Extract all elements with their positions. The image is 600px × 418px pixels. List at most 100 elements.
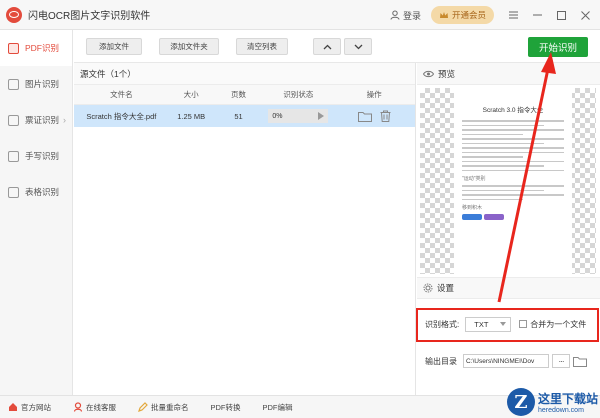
text-line	[462, 142, 544, 144]
image-icon	[8, 78, 19, 90]
headset-icon	[73, 402, 83, 412]
text-line	[462, 124, 544, 126]
close-icon	[580, 10, 590, 20]
title-bar: 闪电OCR图片文字识别软件 登录 开通会员	[0, 0, 600, 30]
folder-icon[interactable]	[357, 111, 372, 122]
footer-item-label: 在线客服	[86, 402, 116, 412]
sidebar-item-pdf[interactable]: PDF识别	[0, 30, 72, 66]
add-folder-button[interactable]: 添加文件夹	[159, 38, 219, 55]
clear-list-button[interactable]: 清空列表	[236, 38, 288, 55]
code-block-chip	[462, 214, 482, 220]
rename-icon	[138, 402, 148, 412]
text-line	[462, 138, 564, 140]
progress-text: 0%	[272, 112, 283, 120]
preview-panel: 预览 Scratch 3.0 指令大全 "运动"类别 移到积木 设置 识别格式:…	[417, 63, 600, 395]
watermark-logo: Z	[506, 388, 535, 416]
preview-page: Scratch 3.0 指令大全 "运动"类别 移到积木	[454, 88, 572, 274]
table-header: 文件名 大小 页数 识别状态 操作	[74, 85, 415, 105]
play-icon[interactable]	[318, 112, 325, 120]
id-card-icon	[8, 114, 19, 126]
title-bar-controls: 登录 开通会员	[390, 0, 600, 30]
footer-pdf-convert[interactable]: PDF转换	[211, 402, 241, 413]
menu-button[interactable]	[504, 6, 522, 24]
move-up-button[interactable]	[313, 38, 341, 55]
watermark-cn: 这里下载站	[537, 392, 598, 406]
footer-pdf-edit[interactable]: PDF编辑	[263, 402, 293, 413]
footer-official-site[interactable]: 官方网站	[8, 402, 51, 413]
vip-label: 开通会员	[451, 10, 486, 20]
footer-online-support[interactable]: 在线客服	[73, 402, 116, 413]
watermark-text: 这里下载站 heredown.com	[538, 390, 598, 414]
app-title: 闪电OCR图片文字识别软件	[28, 11, 151, 22]
handwriting-icon	[8, 150, 19, 162]
text-line	[462, 151, 564, 153]
text-line	[462, 169, 564, 171]
footer-item-label: PDF编辑	[262, 402, 293, 412]
text-line	[462, 147, 564, 149]
code-block-row	[462, 213, 564, 222]
footer-item-label: PDF转换	[210, 402, 241, 412]
text-line	[462, 160, 564, 162]
footer-batch-rename[interactable]: 批量重命名	[138, 402, 189, 413]
sidebar-item-image[interactable]: 图片识别	[0, 66, 72, 102]
file-pages: 51	[234, 111, 243, 121]
open-folder-icon[interactable]	[573, 356, 587, 367]
chevron-up-icon	[323, 44, 331, 49]
text-line	[462, 133, 524, 135]
text-line	[462, 185, 564, 187]
add-file-button[interactable]: 添加文件	[86, 38, 142, 55]
close-button[interactable]	[576, 6, 594, 24]
menu-icon	[508, 11, 518, 19]
maximize-icon	[556, 10, 566, 20]
chevron-right-icon: ›	[63, 115, 66, 125]
start-recognition-button[interactable]: 开始识别	[528, 37, 588, 57]
sidebar-item-table[interactable]: 表格识别	[0, 174, 72, 210]
column-header-status: 识别状态	[283, 90, 314, 99]
maximize-button[interactable]	[552, 6, 570, 24]
settings-header: 设置	[417, 277, 600, 299]
minimize-icon	[532, 14, 542, 16]
text-line	[462, 156, 524, 158]
progress-bar: 0%	[268, 109, 329, 123]
user-icon	[390, 10, 400, 20]
sidebar-item-label: 图片识别	[25, 79, 60, 89]
text-line	[462, 198, 524, 200]
preview-title: 预览	[438, 68, 456, 79]
file-size: 1.25 MB	[177, 111, 206, 121]
home-icon	[9, 403, 17, 411]
source-files-header: 源文件（1个）	[74, 63, 415, 85]
login-button[interactable]: 登录	[390, 9, 421, 22]
move-down-button[interactable]	[344, 38, 372, 55]
highlight-box	[416, 308, 599, 342]
preview-doc-title: Scratch 3.0 指令大全	[482, 107, 544, 114]
sidebar: PDF识别 图片识别 票证识别 › 手写识别 表格识别	[0, 30, 73, 395]
actions-cell	[333, 110, 415, 122]
eye-icon	[423, 70, 434, 77]
pdf-icon	[8, 42, 19, 54]
column-header-name: 文件名	[110, 90, 133, 99]
column-header-size: 大小	[183, 90, 199, 99]
status-cell: 0%	[263, 109, 333, 123]
crown-icon	[439, 11, 448, 18]
sidebar-item-label: PDF识别	[25, 43, 60, 53]
preview-subhead: 移到积木	[462, 205, 483, 211]
watermark-en: heredown.com	[537, 407, 584, 414]
text-line	[462, 129, 564, 131]
output-path-field[interactable]: C:\Users\NINGMEI\Dov	[463, 354, 549, 368]
minimize-button[interactable]	[528, 6, 546, 24]
sidebar-item-label: 表格识别	[25, 187, 60, 197]
vip-button[interactable]: 开通会员	[430, 6, 494, 24]
column-header-actions: 操作	[366, 90, 382, 99]
settings-title: 设置	[437, 283, 455, 293]
preview-subhead: "运动"类别	[462, 176, 486, 182]
app-logo-icon	[6, 6, 22, 23]
text-line	[462, 165, 544, 167]
chevron-down-icon	[354, 44, 362, 49]
browse-button[interactable]: ···	[552, 354, 570, 368]
text-line	[462, 194, 564, 196]
table-row[interactable]: Scratch 指令大全.pdf 1.25 MB 51 0%	[74, 105, 415, 127]
file-list-panel: 源文件（1个） 文件名 大小 页数 识别状态 操作 Scratch 指令大全.p…	[74, 63, 416, 395]
trash-icon[interactable]	[380, 110, 391, 122]
sidebar-item-certificate[interactable]: 票证识别 ›	[0, 102, 72, 138]
sidebar-item-handwriting[interactable]: 手写识别	[0, 138, 72, 174]
